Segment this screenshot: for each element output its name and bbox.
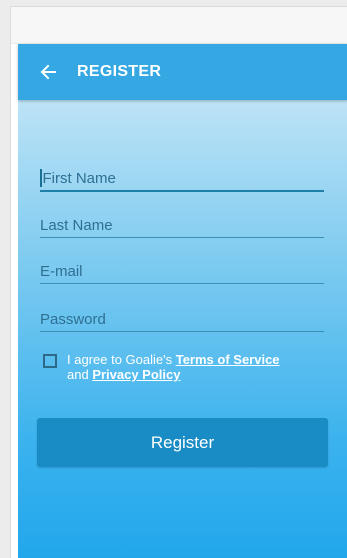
register-form: First Name Last Name E-mail Password I a… — [18, 100, 347, 558]
status-bar — [11, 7, 347, 44]
agree-prefix: I agree to Goalie's — [67, 352, 176, 367]
privacy-policy-link[interactable]: Privacy Policy — [92, 367, 180, 382]
page-title: REGISTER — [77, 63, 162, 80]
first-name-placeholder: First Name — [42, 170, 116, 187]
last-name-placeholder: Last Name — [40, 217, 113, 234]
app-bar: REGISTER — [18, 44, 347, 100]
terms-agreement: I agree to Goalie's Terms of Service and… — [43, 352, 343, 382]
password-placeholder: Password — [40, 311, 106, 328]
email-placeholder: E-mail — [40, 263, 83, 280]
agree-checkbox[interactable] — [43, 354, 57, 368]
terms-of-service-link[interactable]: Terms of Service — [176, 352, 280, 367]
agree-text: I agree to Goalie's Terms of Service and… — [67, 352, 280, 382]
register-button[interactable]: Register — [37, 418, 328, 467]
arrow-left-icon[interactable] — [38, 62, 58, 82]
device-frame: REGISTER First Name Last Name E-mail Pas… — [10, 6, 347, 558]
email-field[interactable]: E-mail — [40, 260, 324, 284]
last-name-field[interactable]: Last Name — [40, 214, 324, 238]
password-field[interactable]: Password — [40, 308, 324, 332]
agree-middle: and — [67, 367, 93, 382]
text-cursor — [40, 169, 42, 187]
first-name-field[interactable]: First Name — [40, 168, 324, 192]
